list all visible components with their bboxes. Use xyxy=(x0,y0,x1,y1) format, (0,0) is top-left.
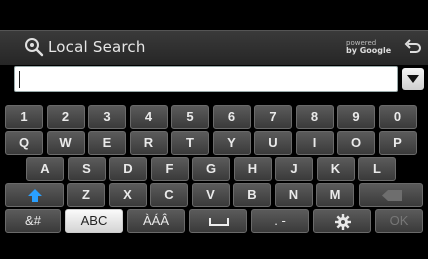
key-3[interactable]: 3 xyxy=(88,105,126,129)
key-o[interactable]: O xyxy=(337,131,375,155)
key-x[interactable]: X xyxy=(108,183,147,207)
screen: Local Search powered by Google 123456789… xyxy=(0,0,428,259)
key-w[interactable]: W xyxy=(46,131,85,155)
key-f[interactable]: F xyxy=(150,157,189,181)
key-l[interactable]: L xyxy=(358,157,396,181)
header-bar: Local Search powered by Google xyxy=(0,30,428,65)
search-input-row xyxy=(0,66,428,94)
symbols-key[interactable]: &# xyxy=(5,209,61,233)
key-u[interactable]: U xyxy=(254,131,292,155)
key-r[interactable]: R xyxy=(129,131,168,155)
dropdown-button[interactable] xyxy=(402,68,424,90)
abc-key[interactable]: ABC xyxy=(65,209,123,233)
key-b[interactable]: B xyxy=(233,183,271,207)
key-v[interactable]: V xyxy=(191,183,230,207)
key-m[interactable]: M xyxy=(316,183,354,207)
key-k[interactable]: K xyxy=(316,157,355,181)
key-p[interactable]: P xyxy=(378,131,417,155)
key-8[interactable]: 8 xyxy=(295,105,334,129)
triangle-down-icon xyxy=(407,75,419,83)
key-n[interactable]: N xyxy=(274,183,313,207)
key-d[interactable]: D xyxy=(109,157,147,181)
key-j[interactable]: J xyxy=(275,157,313,181)
key-q[interactable]: Q xyxy=(5,131,43,155)
space-key[interactable] xyxy=(189,209,247,233)
settings-key[interactable] xyxy=(313,209,371,233)
gear-icon xyxy=(335,214,351,230)
backspace-icon xyxy=(382,190,402,201)
key-s[interactable]: S xyxy=(67,157,106,181)
key-5[interactable]: 5 xyxy=(171,105,209,129)
powered-by-google: powered by Google xyxy=(346,39,391,55)
key-h[interactable]: H xyxy=(233,157,272,181)
key-g[interactable]: G xyxy=(192,157,230,181)
key-a[interactable]: A xyxy=(26,157,64,181)
page-title: Local Search xyxy=(48,38,146,56)
key-1[interactable]: 1 xyxy=(5,105,43,129)
backspace-key[interactable] xyxy=(359,183,423,207)
shift-key[interactable] xyxy=(5,183,64,207)
shift-arrow-icon xyxy=(28,189,42,202)
ok-button[interactable]: OK xyxy=(375,209,423,233)
search-input[interactable] xyxy=(14,66,398,92)
search-icon xyxy=(25,38,44,57)
key-2[interactable]: 2 xyxy=(46,105,85,129)
key-e[interactable]: E xyxy=(88,131,126,155)
punctuation-key[interactable]: . - xyxy=(251,209,309,233)
key-z[interactable]: Z xyxy=(67,183,105,207)
space-bar-icon xyxy=(209,218,229,226)
accents-key[interactable]: ÀÁÂ xyxy=(127,209,185,233)
google-line: by Google xyxy=(346,46,392,55)
back-icon[interactable] xyxy=(404,38,422,56)
key-4[interactable]: 4 xyxy=(129,105,168,129)
key-c[interactable]: C xyxy=(150,183,188,207)
key-i[interactable]: I xyxy=(295,131,334,155)
key-7[interactable]: 7 xyxy=(254,105,292,129)
key-y[interactable]: Y xyxy=(212,131,251,155)
text-caret xyxy=(19,71,20,88)
key-t[interactable]: T xyxy=(171,131,209,155)
key-6[interactable]: 6 xyxy=(212,105,251,129)
key-0[interactable]: 0 xyxy=(378,105,417,129)
key-9[interactable]: 9 xyxy=(337,105,375,129)
